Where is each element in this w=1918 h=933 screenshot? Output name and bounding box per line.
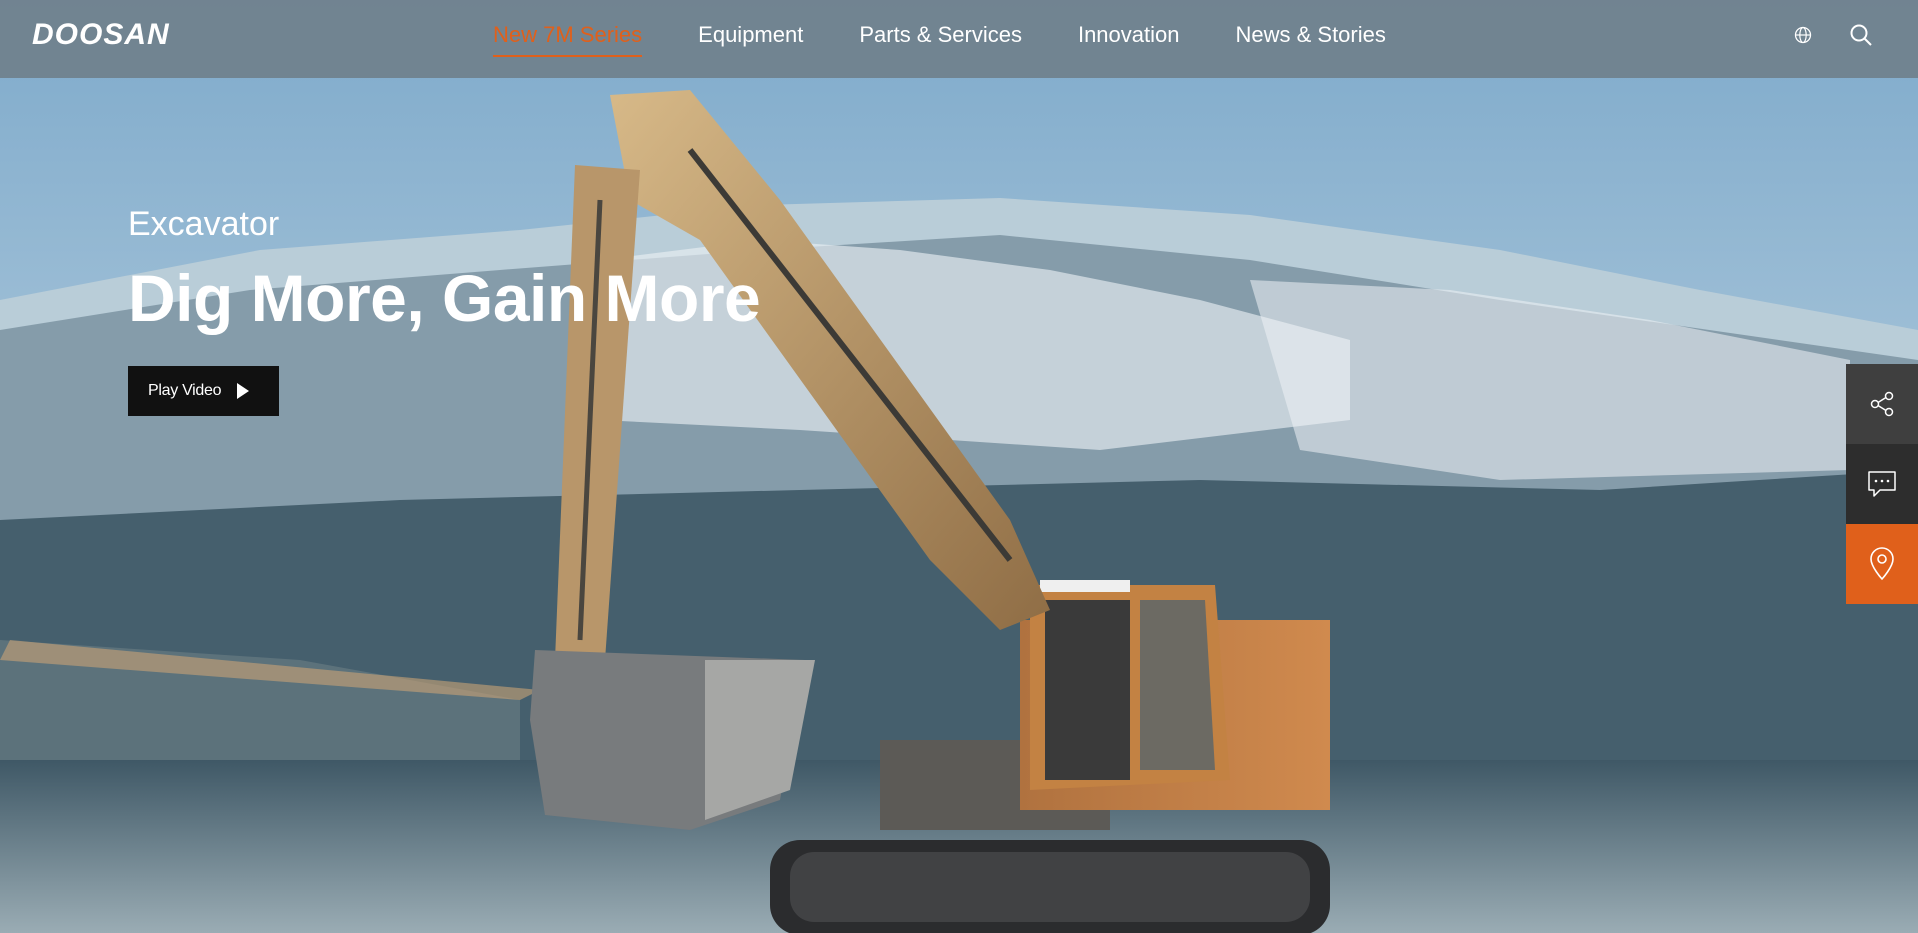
nav-item-parts-services[interactable]: Parts & Services [831, 21, 1050, 57]
search-icon[interactable] [1846, 20, 1876, 50]
hero-background-image [0, 0, 1918, 933]
main-nav: New 7M Series Equipment Parts & Services… [493, 21, 1414, 57]
chat-button[interactable] [1846, 444, 1918, 524]
play-video-label: Play Video [148, 382, 222, 399]
nav-item-innovation[interactable]: Innovation [1050, 21, 1208, 57]
chat-icon [1868, 471, 1896, 497]
play-video-button[interactable]: Play Video [128, 366, 280, 416]
nav-item-equipment[interactable]: Equipment [670, 21, 831, 57]
dealer-locator-button[interactable] [1846, 524, 1918, 604]
share-button[interactable] [1846, 364, 1918, 444]
location-pin-icon [1870, 547, 1894, 581]
header-tools [1788, 20, 1876, 50]
hero-subtitle: Excavator [128, 205, 280, 243]
globe-icon[interactable] [1788, 20, 1818, 50]
site-header: DOOSAN New 7M Series Equipment Parts & S… [0, 0, 1918, 78]
play-icon [237, 383, 250, 399]
share-icon [1870, 391, 1894, 417]
side-quick-menu [1846, 364, 1918, 604]
nav-item-new-7m-series[interactable]: New 7M Series [493, 21, 670, 57]
doosan-logo[interactable]: DOOSAN [32, 18, 170, 52]
hero-section: DOOSAN New 7M Series Equipment Parts & S… [0, 0, 1918, 933]
hero-title: Dig More, Gain More [128, 261, 761, 335]
hero-copy: Excavator Dig More, Gain More Play Video [128, 205, 761, 416]
nav-item-news-stories[interactable]: News & Stories [1207, 21, 1413, 57]
